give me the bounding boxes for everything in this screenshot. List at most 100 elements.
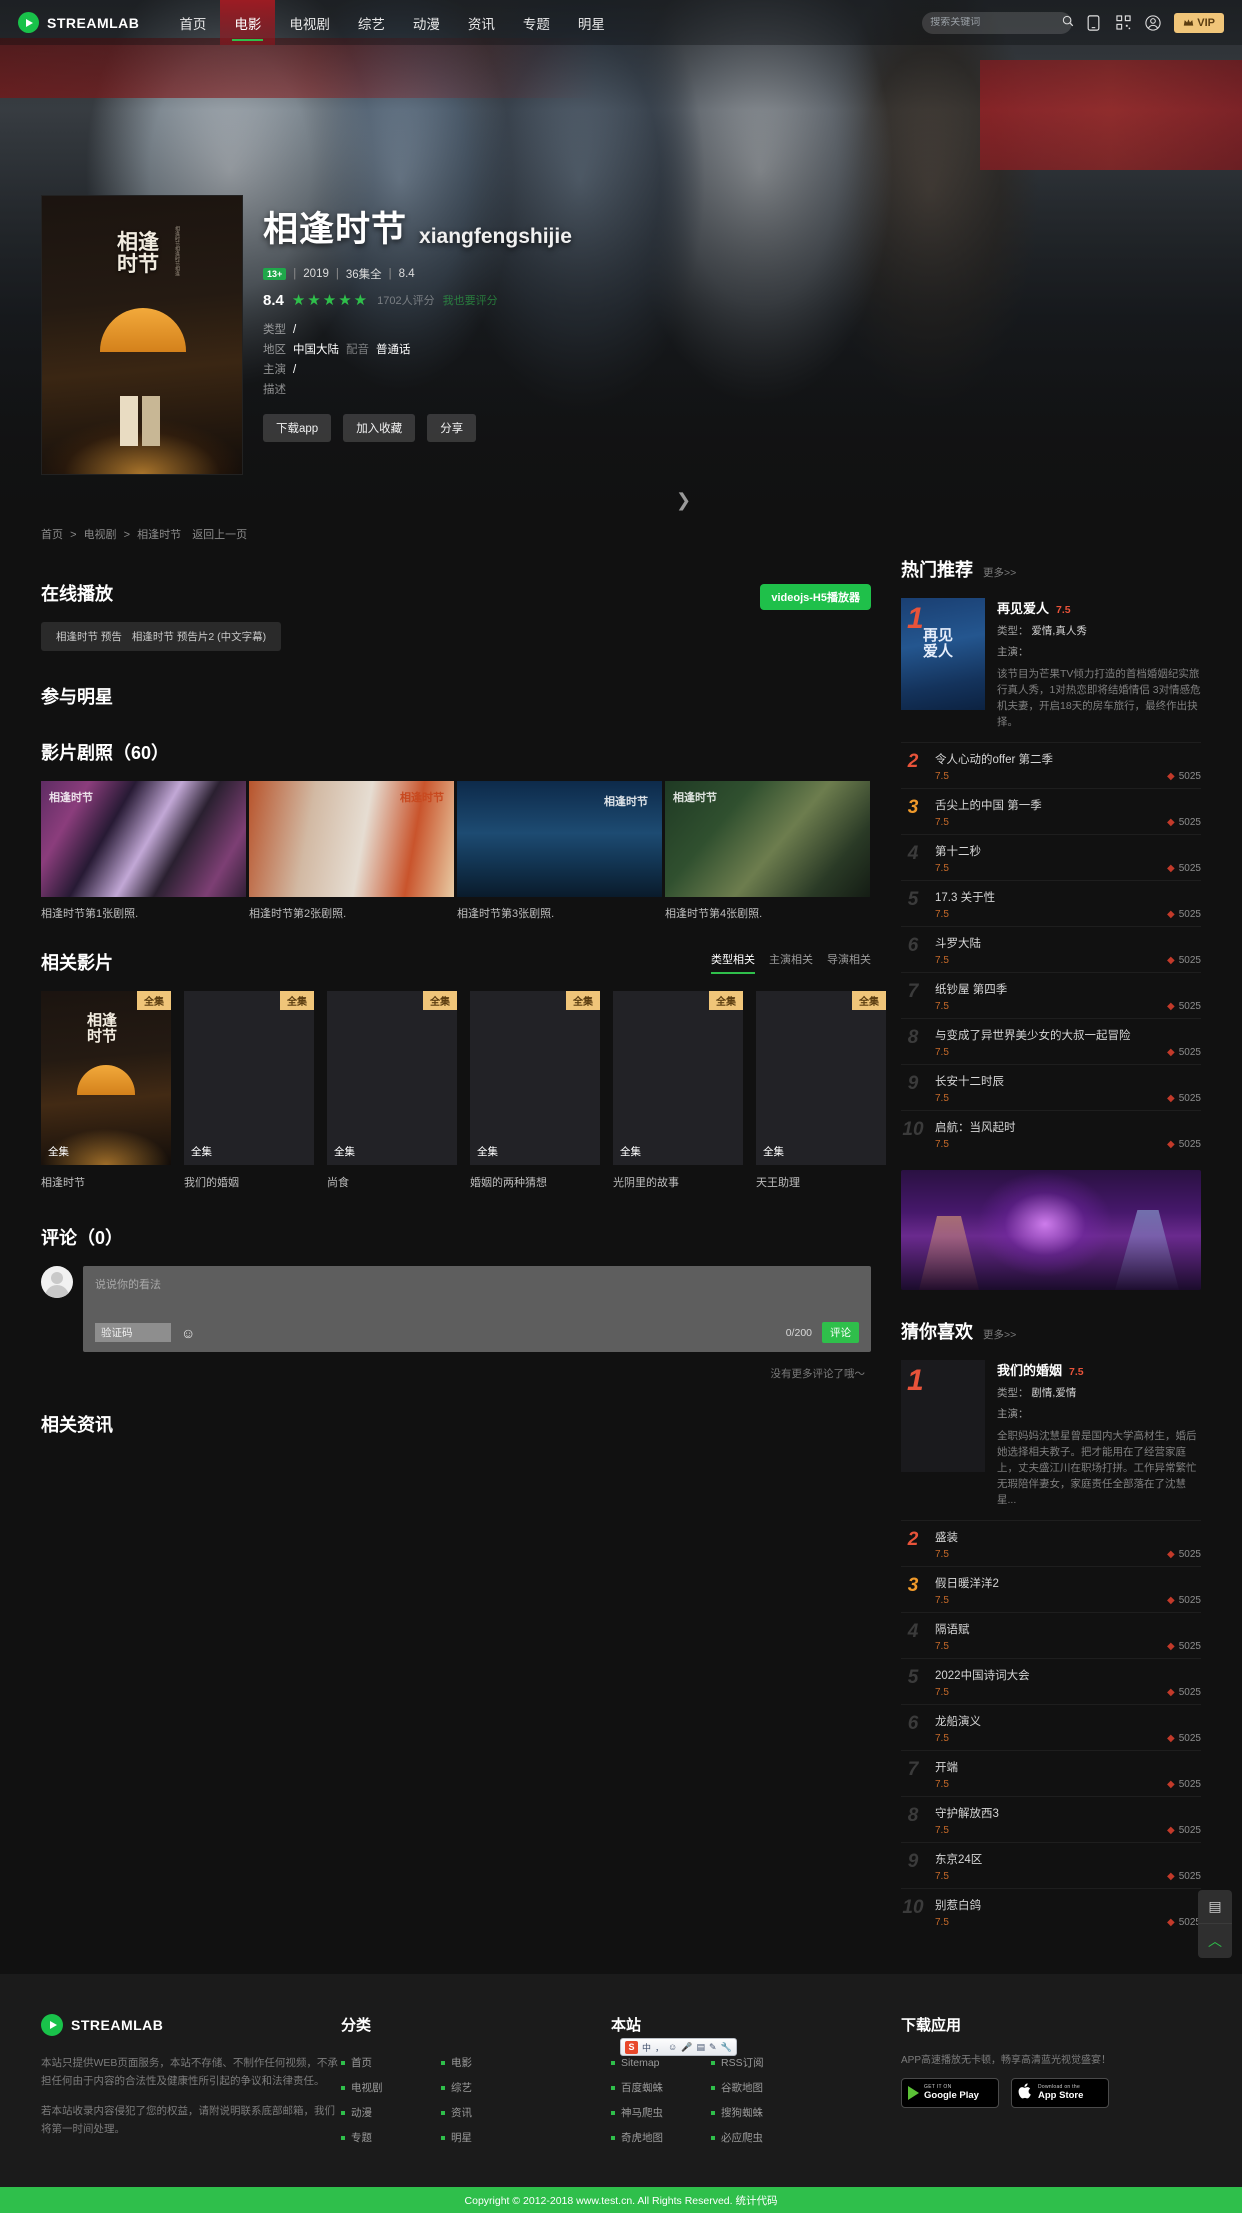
- footer-link[interactable]: 电影: [441, 2051, 541, 2076]
- list-item[interactable]: 8 与变成了异世界美少女的大叔一起冒险 7.5 ◆ 5025: [901, 1018, 1201, 1064]
- list-item[interactable]: 10 启航：当风起时 7.5 ◆ 5025: [901, 1110, 1201, 1156]
- still-item[interactable]: 相逢时节 相逢时节第1张剧照.: [41, 781, 246, 921]
- list-item[interactable]: 6 龙船演义 7.5 ◆ 5025: [901, 1704, 1201, 1750]
- list-item[interactable]: 7 开端 7.5 ◆ 5025: [901, 1750, 1201, 1796]
- still-image[interactable]: 相逢时节: [665, 781, 870, 897]
- footer-link[interactable]: 明星: [441, 2126, 541, 2151]
- breadcrumb-current[interactable]: 相逢时节: [137, 529, 181, 541]
- share-button[interactable]: 分享: [427, 414, 477, 442]
- nav-item-tv[interactable]: 电视剧: [275, 0, 344, 45]
- list-item[interactable]: 8 守护解放西3 7.5 ◆ 5025: [901, 1796, 1201, 1842]
- carousel-next-icon[interactable]: ❯: [676, 490, 691, 511]
- list-item[interactable]: 5 2022中国诗词大会 7.5 ◆ 5025: [901, 1658, 1201, 1704]
- breadcrumb-tv[interactable]: 电视剧: [84, 529, 117, 541]
- still-item[interactable]: 相逢时节 相逢时节第3张剧照.: [457, 781, 662, 921]
- nav-item-star[interactable]: 明星: [564, 0, 619, 45]
- list-item[interactable]: 4 隔语赋 7.5 ◆ 5025: [901, 1612, 1201, 1658]
- search-box[interactable]: [922, 11, 1074, 34]
- list-item[interactable]: 3 假日暖洋洋2 7.5 ◆ 5025: [901, 1566, 1201, 1612]
- search-input[interactable]: [930, 17, 1063, 28]
- google-play-button[interactable]: GET IT ON Google Play: [901, 2078, 999, 2108]
- star-rating-icon[interactable]: ★★★★★: [292, 291, 369, 309]
- list-item[interactable]: 2 盛装 7.5 ◆ 5025: [901, 1520, 1201, 1566]
- hot-featured-poster[interactable]: 1 再见爱人: [901, 598, 985, 710]
- film-card[interactable]: 相逢时节 全集 全集 相逢时节: [41, 991, 171, 1190]
- film-card[interactable]: 全集 全集 光阴里的故事: [613, 991, 743, 1190]
- footer-link[interactable]: 专题: [341, 2126, 441, 2151]
- guess-like-featured[interactable]: 1 我们的婚姻 7.5 类型： 剧情,爱情 主演： 全职妈妈沈慧星曾是国内大学高…: [901, 1360, 1201, 1508]
- footer-link[interactable]: 动漫: [341, 2101, 441, 2126]
- list-item[interactable]: 9 长安十二时辰 7.5 ◆ 5025: [901, 1064, 1201, 1110]
- list-item[interactable]: 2 令人心动的offer 第二季 7.5 ◆ 5025: [901, 742, 1201, 788]
- hot-featured-title-row[interactable]: 再见爱人 7.5: [997, 598, 1201, 617]
- nav-item-home[interactable]: 首页: [165, 0, 220, 45]
- nav-item-anime[interactable]: 动漫: [399, 0, 454, 45]
- list-item[interactable]: 10 别惹白鸽 7.5 ◆ 5025: [901, 1888, 1201, 1934]
- list-item[interactable]: 7 纸钞屋 第四季 7.5 ◆ 5025: [901, 972, 1201, 1018]
- ime-punctuation-icon[interactable]: ，: [655, 2041, 664, 2054]
- comment-input-area[interactable]: 说说你的看法 ☺ 0/200 评论: [83, 1266, 871, 1352]
- footer-link[interactable]: 奇虎地图: [611, 2126, 711, 2151]
- footer-link[interactable]: 电视剧: [341, 2076, 441, 2101]
- sidebar-ad-banner[interactable]: [901, 1170, 1201, 1290]
- search-icon[interactable]: [1062, 14, 1074, 32]
- footer-link[interactable]: 谷歌地图: [711, 2076, 811, 2101]
- tab-director-related[interactable]: 导演相关: [827, 951, 871, 974]
- film-card[interactable]: 全集 全集 我们的婚姻: [184, 991, 314, 1190]
- mobile-icon[interactable]: [1084, 13, 1102, 33]
- nav-item-news[interactable]: 资讯: [454, 0, 509, 45]
- tab-cast-related[interactable]: 主演相关: [769, 951, 813, 974]
- film-card[interactable]: 全集 全集 天王助理: [756, 991, 886, 1190]
- scroll-top-icon[interactable]: ︿: [1198, 1924, 1232, 1958]
- submit-comment-button[interactable]: 评论: [822, 1322, 859, 1343]
- list-item[interactable]: 4 第十二秒 7.5 ◆ 5025: [901, 834, 1201, 880]
- ime-mic-icon[interactable]: 🎤: [681, 2042, 692, 2053]
- list-item[interactable]: 3 舌尖上的中国 第一季 7.5 ◆ 5025: [901, 788, 1201, 834]
- still-image[interactable]: 相逢时节: [41, 781, 246, 897]
- footer-logo[interactable]: STREAMLAB: [41, 2014, 341, 2036]
- player-badge[interactable]: videojs-H5播放器: [760, 584, 871, 610]
- guess-like-more-link[interactable]: 更多>>: [983, 1327, 1016, 1342]
- qrcode-icon[interactable]: [1114, 13, 1132, 33]
- captcha-input[interactable]: [95, 1323, 171, 1342]
- comment-icon[interactable]: ▤: [1198, 1890, 1232, 1924]
- ime-tool-icon[interactable]: ✎: [709, 2042, 717, 2053]
- film-card[interactable]: 全集 全集 婚姻的两种猜想: [470, 991, 600, 1190]
- footer-link[interactable]: 百度蜘蛛: [611, 2076, 711, 2101]
- user-icon[interactable]: [1144, 13, 1162, 33]
- nav-item-movie[interactable]: 电影: [220, 0, 276, 45]
- film-poster[interactable]: 全集 全集: [613, 991, 743, 1165]
- add-favorite-button[interactable]: 加入收藏: [343, 414, 416, 442]
- still-item[interactable]: 相逢时节 相逢时节第4张剧照.: [665, 781, 870, 921]
- footer-link[interactable]: 神马爬虫: [611, 2101, 711, 2126]
- episode-item[interactable]: 相逢时节 预告片2 (中文字幕): [127, 629, 271, 644]
- vip-button[interactable]: VIP: [1174, 12, 1224, 33]
- rate-link[interactable]: 我也要评分: [443, 292, 498, 308]
- footer-link[interactable]: 首页: [341, 2051, 441, 2076]
- breadcrumb-home[interactable]: 首页: [41, 529, 63, 541]
- tab-genre-related[interactable]: 类型相关: [711, 951, 755, 974]
- hot-featured[interactable]: 1 再见爱人 再见爱人 7.5 类型： 爱情,真人秀 主演： 该节目为芒果TV倾…: [901, 598, 1201, 730]
- nav-item-variety[interactable]: 综艺: [344, 0, 399, 45]
- movie-poster[interactable]: 相逢时节 相逢时节相逢时节相逢: [41, 195, 243, 475]
- hot-more-link[interactable]: 更多>>: [983, 565, 1016, 580]
- still-item[interactable]: 相逢时节 相逢时节第2张剧照.: [249, 781, 454, 921]
- episode-item[interactable]: 相逢时节 预告: [51, 629, 127, 644]
- footer-link[interactable]: 资讯: [441, 2101, 541, 2126]
- still-image[interactable]: 相逢时节: [457, 781, 662, 897]
- app-store-button[interactable]: Download on the App Store: [1011, 2078, 1109, 2108]
- film-poster[interactable]: 全集 全集: [470, 991, 600, 1165]
- guess-like-title-row[interactable]: 我们的婚姻 7.5: [997, 1360, 1201, 1379]
- footer-link[interactable]: 搜狗蜘蛛: [711, 2101, 811, 2126]
- film-poster[interactable]: 全集 全集: [756, 991, 886, 1165]
- ime-mode-label[interactable]: 中: [642, 2041, 651, 2054]
- film-poster[interactable]: 全集 全集: [184, 991, 314, 1165]
- ime-emoji-icon[interactable]: ☺: [668, 2042, 677, 2052]
- download-app-button[interactable]: 下载app: [263, 414, 332, 442]
- emoji-icon[interactable]: ☺: [181, 1326, 195, 1340]
- footer-link[interactable]: 必应爬虫: [711, 2126, 811, 2151]
- footer-link[interactable]: 综艺: [441, 2076, 541, 2101]
- list-item[interactable]: 9 东京24区 7.5 ◆ 5025: [901, 1842, 1201, 1888]
- guess-like-featured-poster[interactable]: 1: [901, 1360, 985, 1472]
- site-logo[interactable]: STREAMLAB: [18, 12, 139, 33]
